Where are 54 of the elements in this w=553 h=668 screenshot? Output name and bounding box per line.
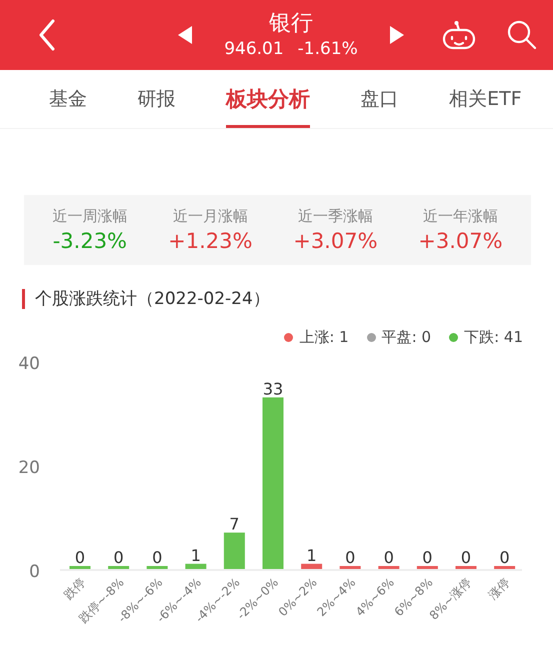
bar: [494, 566, 516, 569]
return-value: +3.07%: [418, 228, 503, 255]
bar: [378, 566, 400, 569]
bar-value-label: 1: [190, 546, 201, 565]
bar-value-label: 0: [345, 548, 356, 567]
bar: [108, 566, 130, 569]
tab[interactable]: 盘口: [360, 70, 399, 128]
bar-value-label: 1: [306, 546, 317, 565]
price-change: -1.61%: [298, 38, 358, 60]
sector-title: 银行: [269, 10, 313, 38]
x-axis-label: 跌停: [61, 575, 88, 602]
bar: [456, 566, 476, 569]
legend-label: 下跌: 41: [464, 328, 523, 347]
bar-value-label: 0: [384, 548, 394, 567]
section-marker: [22, 288, 25, 308]
y-axis-label: 0: [29, 562, 40, 582]
tab[interactable]: 板块分析: [226, 70, 310, 128]
bar-value-label: 0: [460, 548, 472, 567]
bar-value-label: 0: [114, 548, 124, 567]
bar-value-label: 0: [500, 548, 510, 567]
return-value: +3.07%: [293, 228, 378, 255]
return-label: 近一季涨幅: [298, 206, 373, 227]
robot-icon[interactable]: [442, 20, 476, 50]
tab[interactable]: 基金: [49, 70, 88, 128]
bar-value-label: 0: [422, 548, 432, 567]
bar: [340, 566, 361, 569]
legend-label: 平盘: 0: [382, 328, 432, 347]
bar: [301, 564, 322, 569]
bar: [416, 566, 438, 569]
search-icon[interactable]: [507, 20, 537, 50]
bar-value-label: 0: [152, 548, 162, 567]
bar-value-label: 0: [74, 548, 86, 567]
return-value: -3.23%: [52, 228, 128, 255]
y-axis-label: 40: [18, 354, 40, 374]
return-label: 近一月涨幅: [172, 206, 248, 227]
x-axis-label: 涨停: [486, 575, 513, 602]
bar: [146, 566, 168, 569]
return-value: +1.23%: [168, 228, 252, 255]
return-label: 近一周涨幅: [52, 206, 128, 227]
bar-value-label: 7: [229, 514, 240, 534]
bar: [70, 566, 90, 569]
next-triangle-icon[interactable]: [390, 26, 404, 44]
back-icon[interactable]: [38, 19, 56, 51]
index-price: 946.01: [224, 38, 284, 60]
bar: [185, 564, 206, 569]
return-label: 近一年涨幅: [422, 206, 498, 227]
tab[interactable]: 相关ETF: [449, 70, 522, 128]
y-axis-label: 20: [18, 458, 40, 478]
previous-triangle-icon[interactable]: [178, 26, 192, 44]
legend-label: 上涨: 1: [299, 328, 349, 347]
bar-value-label: 33: [262, 379, 284, 398]
bar: [224, 532, 245, 569]
section-title: 个股涨跌统计（2022-02-24）: [35, 288, 270, 310]
tab[interactable]: 研报: [138, 70, 176, 128]
